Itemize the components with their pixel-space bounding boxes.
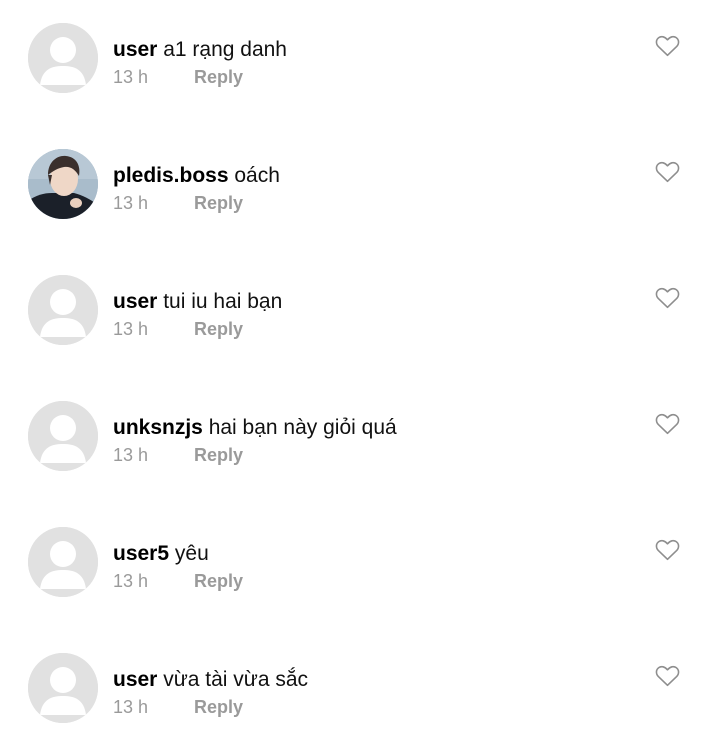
reply-button[interactable]: Reply: [194, 67, 243, 87]
comment-item: user a1 rạng danh 13 h Reply: [0, 0, 720, 126]
comment-meta: 13 h Reply: [113, 66, 243, 88]
comment-item: unksnzjs hai bạn này giỏi quá 13 h Reply: [0, 378, 720, 504]
comment-item: user5 yêu 13 h Reply: [0, 504, 720, 630]
heart-outline-icon: [655, 665, 680, 687]
timestamp: 13 h: [113, 571, 149, 591]
comment-item: user tui iu hai bạn 13 h Reply: [0, 252, 720, 378]
heart-outline-icon: [655, 287, 680, 309]
reply-button[interactable]: Reply: [194, 697, 243, 717]
like-button[interactable]: [655, 539, 680, 561]
comment-meta: 13 h Reply: [113, 444, 243, 466]
timestamp: 13 h: [113, 193, 149, 213]
comment-text: a1 rạng danh: [163, 38, 287, 61]
comment-text-line: unksnzjs hai bạn này giỏi quá: [113, 415, 397, 441]
default-avatar-icon: [28, 527, 98, 597]
comment-text: yêu: [174, 542, 209, 565]
like-button[interactable]: [655, 35, 680, 57]
avatar[interactable]: [28, 149, 98, 219]
default-avatar-icon: [28, 275, 98, 345]
heart-outline-icon: [655, 161, 680, 183]
comment-text: tui iu hai bạn: [163, 290, 283, 313]
avatar[interactable]: [28, 275, 98, 345]
heart-outline-icon: [655, 35, 680, 57]
default-avatar-icon: [28, 23, 98, 93]
comment-text: vừa tài vừa sắc: [163, 668, 309, 691]
comment-item: pledis.boss oách 13 h Reply: [0, 126, 720, 252]
comment-meta: 13 h Reply: [113, 318, 243, 340]
comment-text-line: user5 yêu: [113, 541, 209, 567]
timestamp: 13 h: [113, 445, 149, 465]
reply-button[interactable]: Reply: [194, 445, 243, 465]
avatar[interactable]: [28, 401, 98, 471]
like-button[interactable]: [655, 665, 680, 687]
username[interactable]: user5: [113, 542, 169, 565]
reply-button[interactable]: Reply: [194, 319, 243, 339]
avatar[interactable]: [28, 23, 98, 93]
comment-meta: 13 h Reply: [113, 570, 243, 592]
heart-outline-icon: [655, 413, 680, 435]
timestamp: 13 h: [113, 319, 149, 339]
username[interactable]: user: [113, 290, 157, 313]
comment-text: hai bạn này giỏi quá: [208, 416, 397, 439]
default-avatar-icon: [28, 401, 98, 471]
like-button[interactable]: [655, 413, 680, 435]
reply-button[interactable]: Reply: [194, 571, 243, 591]
comment-text-line: user vừa tài vừa sắc: [113, 667, 308, 693]
reply-button[interactable]: Reply: [194, 193, 243, 213]
comment-text-line: user tui iu hai bạn: [113, 289, 282, 315]
like-button[interactable]: [655, 287, 680, 309]
profile-photo: [28, 149, 98, 219]
comment-text: oách: [234, 164, 280, 187]
comment-text-line: pledis.boss oách: [113, 163, 280, 189]
avatar[interactable]: [28, 653, 98, 723]
username[interactable]: pledis.boss: [113, 164, 229, 187]
like-button[interactable]: [655, 161, 680, 183]
comment-meta: 13 h Reply: [113, 192, 243, 214]
username[interactable]: user: [113, 668, 157, 691]
username[interactable]: user: [113, 38, 157, 61]
avatar[interactable]: [28, 527, 98, 597]
comment-meta: 13 h Reply: [113, 696, 243, 718]
heart-outline-icon: [655, 539, 680, 561]
default-avatar-icon: [28, 653, 98, 723]
comment-text-line: user a1 rạng danh: [113, 37, 287, 63]
timestamp: 13 h: [113, 67, 149, 87]
timestamp: 13 h: [113, 697, 149, 717]
comment-item: user vừa tài vừa sắc 13 h Reply: [0, 630, 720, 756]
username[interactable]: unksnzjs: [113, 416, 203, 439]
